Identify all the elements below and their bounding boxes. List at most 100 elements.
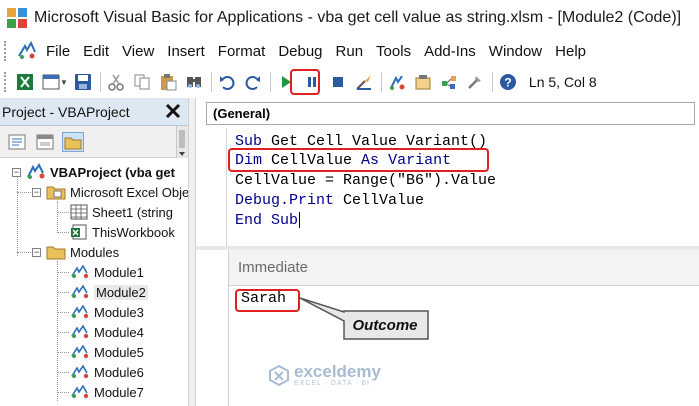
tree-item-label: VBAProject (vba get	[50, 164, 175, 180]
find-icon[interactable]	[183, 71, 205, 93]
menu-add-ins[interactable]: Add-Ins	[424, 43, 476, 60]
tree-item-sheet1[interactable]: Sheet1 (string	[70, 202, 173, 222]
tree-item-module7[interactable]: Module7	[70, 382, 144, 402]
menu-help[interactable]: Help	[555, 43, 586, 60]
properties-icon[interactable]	[412, 71, 434, 93]
tree-connector	[57, 392, 69, 393]
tree-item-excel-objects[interactable]: Microsoft Excel Obje	[46, 182, 188, 202]
toggle-folders-icon[interactable]	[62, 131, 84, 152]
tree-item-thisworkbook[interactable]: ThisWorkbook	[70, 222, 175, 242]
menu-edit[interactable]: Edit	[83, 43, 109, 60]
collapse-icon[interactable]: −	[12, 168, 21, 177]
undo-icon[interactable]	[216, 71, 238, 93]
tree-item-label: Module4	[94, 324, 144, 340]
toolbar-separator	[491, 72, 493, 92]
tree-item-label: Module3	[94, 304, 144, 320]
toolbar-separator	[380, 72, 382, 92]
tree-item-label: Microsoft Excel Obje	[70, 184, 188, 200]
tree-connector	[57, 332, 69, 333]
code-keyword: End Sub	[235, 212, 299, 229]
menu-run[interactable]: Run	[336, 43, 364, 60]
reset-icon[interactable]	[327, 71, 349, 93]
menu-file[interactable]: File	[46, 43, 70, 60]
tree-connector	[57, 272, 69, 273]
run-button-highlight	[290, 69, 320, 95]
menu-tools[interactable]: Tools	[376, 43, 411, 60]
view-code-icon[interactable]	[6, 132, 28, 152]
code-editor[interactable]: Sub Get Cell Value Variant() Dim CellVal…	[196, 128, 699, 246]
module-icon	[71, 324, 89, 339]
module-icon	[71, 364, 89, 379]
collapse-icon[interactable]: −	[32, 188, 41, 197]
cut-icon[interactable]	[105, 71, 127, 93]
tree-item-label: Module5	[94, 344, 144, 360]
code-line[interactable]: Debug.Print CellValue	[235, 191, 424, 211]
svg-text:?: ?	[504, 76, 511, 90]
object-browser-icon[interactable]	[438, 71, 460, 93]
tree-item-label: ThisWorkbook	[92, 224, 175, 240]
tree-item-label: Modules	[70, 244, 120, 260]
watermark: exceldemy EXCEL · DATA · BI	[268, 358, 381, 392]
insert-userform-icon[interactable]	[40, 71, 62, 93]
toolbar-separator	[99, 72, 101, 92]
project-explorer-header: Project - VBAProject	[0, 98, 188, 126]
menu-grip-handle[interactable]	[4, 41, 10, 61]
tree-connector	[17, 168, 18, 256]
menu-format[interactable]: Format	[218, 43, 266, 60]
outcome-callout-text: Outcome	[352, 316, 418, 334]
code-text: CellValue	[334, 192, 425, 209]
module-icon	[71, 284, 89, 299]
tree-item-module1[interactable]: Module1	[70, 262, 144, 282]
design-mode-icon[interactable]	[353, 71, 375, 93]
tree-item-module5[interactable]: Module5	[70, 342, 144, 362]
code-text: CellValue = Range("B6").Value	[235, 172, 497, 189]
paste-icon[interactable]	[157, 71, 179, 93]
tree-item-vbaproject[interactable]: VBAProject (vba get	[26, 162, 175, 182]
close-icon[interactable]	[162, 100, 184, 122]
object-dropdown-value: (General)	[213, 106, 271, 121]
redo-icon[interactable]	[242, 71, 264, 93]
collapse-icon[interactable]: −	[32, 248, 41, 257]
toolbar-separator	[210, 72, 212, 92]
menu-window[interactable]: Window	[489, 43, 542, 60]
pane-splitter[interactable]	[188, 98, 196, 406]
vba-app-icon	[6, 7, 28, 29]
menu-view[interactable]: View	[122, 43, 154, 60]
menu-insert[interactable]: Insert	[167, 43, 205, 60]
toolbox-icon[interactable]	[464, 71, 486, 93]
tree-item-label: Module2	[94, 284, 148, 300]
tree-connector	[17, 192, 31, 193]
menu-debug[interactable]: Debug	[278, 43, 322, 60]
code-line[interactable]: End Sub	[235, 211, 301, 231]
tree-connector	[57, 312, 69, 313]
project-explorer-icon[interactable]	[386, 71, 408, 93]
tree-item-module4[interactable]: Module4	[70, 322, 144, 342]
vbaproject-icon	[27, 163, 45, 179]
help-icon[interactable]: ?	[497, 71, 519, 93]
project-explorer-title: Project - VBAProject	[2, 103, 130, 120]
tree-item-module3[interactable]: Module3	[70, 302, 144, 322]
workbook-icon	[71, 224, 87, 240]
tree-item-module2[interactable]: Module2	[70, 282, 148, 302]
tree-item-module6[interactable]: Module6	[70, 362, 144, 382]
save-icon[interactable]	[72, 71, 94, 93]
toolbar-grip-handle[interactable]	[4, 72, 10, 92]
copy-icon[interactable]	[131, 71, 153, 93]
folder-icon	[46, 186, 66, 200]
immediate-window-header: Immediate	[229, 250, 699, 286]
object-dropdown[interactable]: (General)	[206, 102, 695, 125]
view-object-icon[interactable]	[34, 132, 56, 152]
excel-icon[interactable]	[14, 71, 36, 93]
tree-scrollbar[interactable]	[176, 126, 188, 158]
tree-connector	[57, 212, 69, 213]
vb-menu-icon[interactable]	[16, 40, 38, 62]
project-tree: − − − VBAProject (vba get Microsoft Exce…	[0, 158, 188, 406]
output-highlight	[235, 289, 300, 312]
module-icon	[71, 304, 89, 319]
tree-item-label: Module6	[94, 364, 144, 380]
code-line[interactable]: CellValue = Range("B6").Value	[235, 171, 496, 191]
tree-item-modules-folder[interactable]: Modules	[46, 242, 119, 262]
code-margin-indicator-bar[interactable]	[226, 128, 227, 246]
module-icon	[71, 384, 89, 399]
dim-statement-highlight	[228, 148, 489, 172]
